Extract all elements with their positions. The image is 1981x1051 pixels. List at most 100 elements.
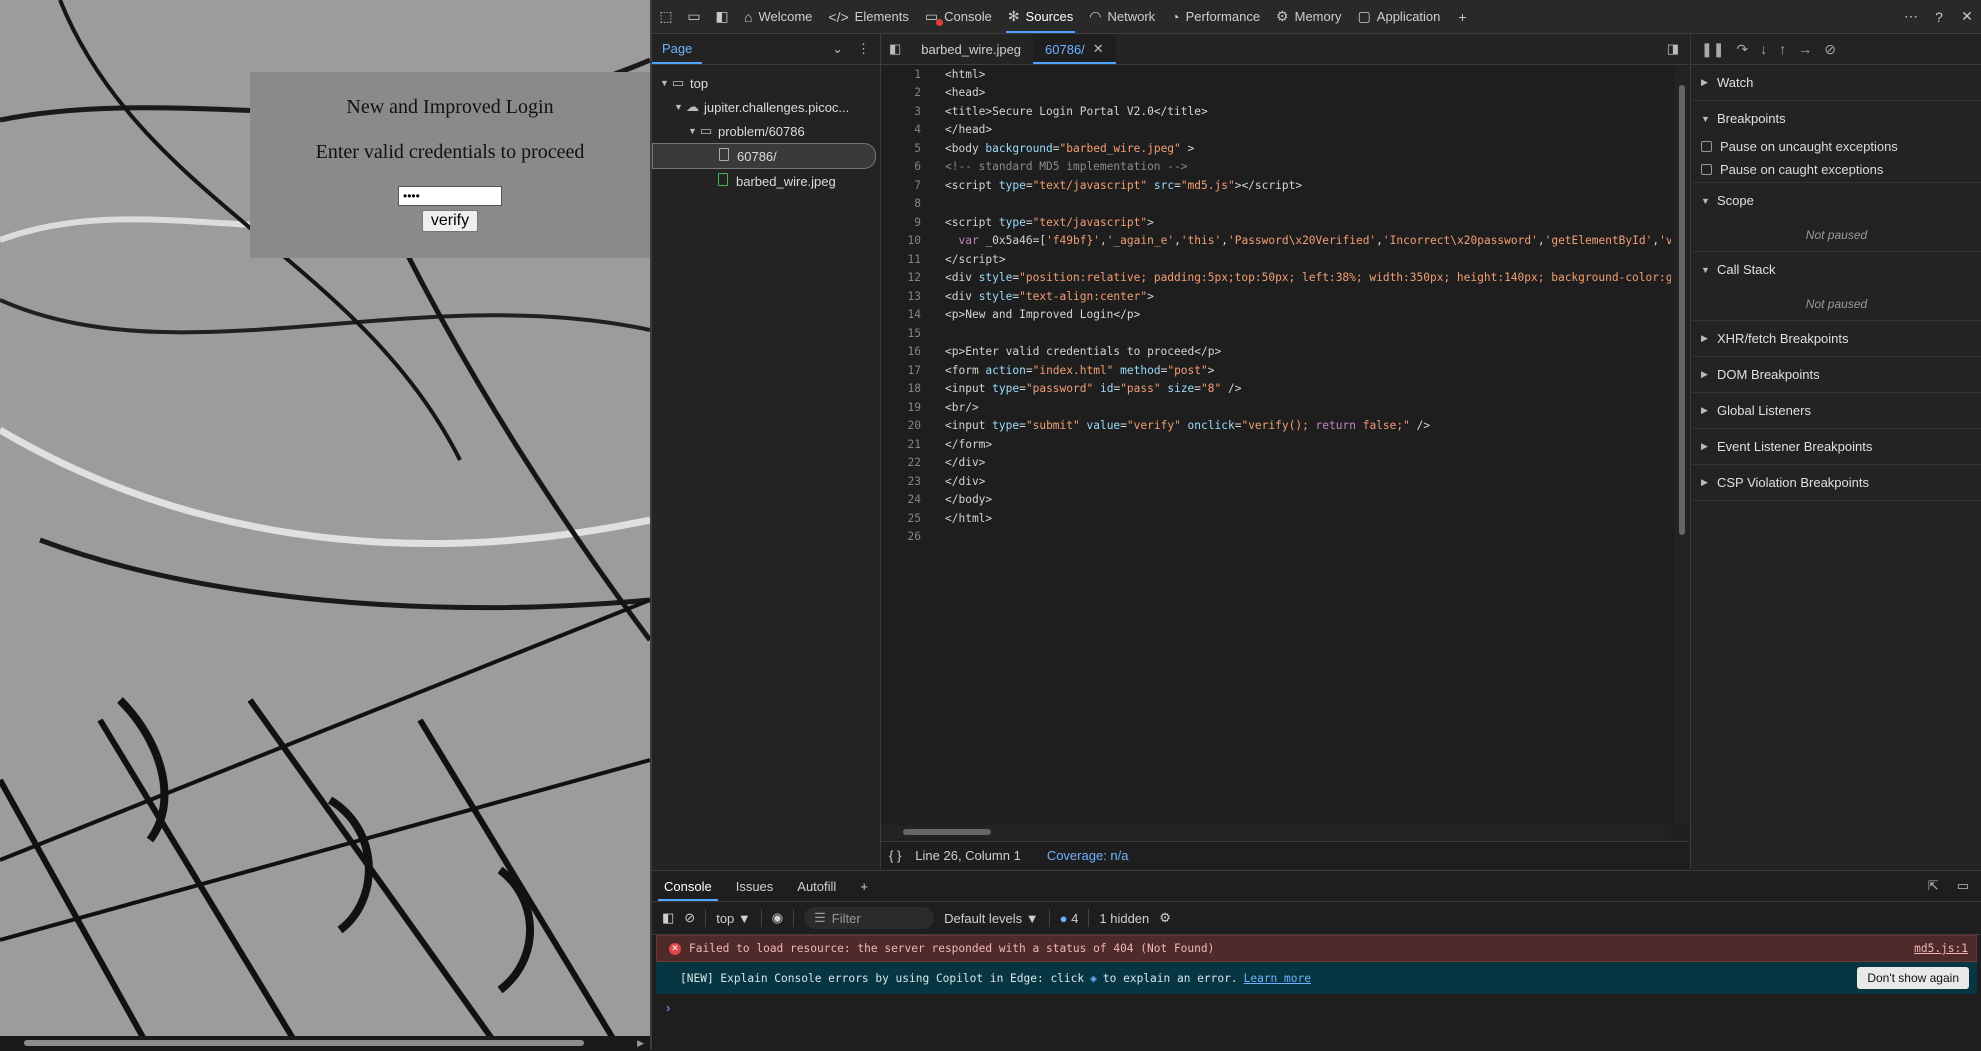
page-horizontal-scrollbar[interactable]: ▶ [0, 1036, 650, 1050]
drawer-tab-console[interactable]: Console [652, 871, 724, 901]
close-icon[interactable]: ✕ [1093, 41, 1104, 57]
expand-triangle-icon[interactable]: ▼ [688, 126, 700, 136]
copilot-icon: ◈ [1090, 971, 1097, 985]
page-scroll-thumb[interactable] [24, 1040, 584, 1046]
more-options-icon[interactable]: ⋯ [1897, 0, 1925, 33]
console-sidebar-icon[interactable]: ◧ [662, 910, 674, 926]
add-tab-icon[interactable]: + [1448, 0, 1476, 33]
step-into-icon[interactable]: ↓ [1760, 41, 1767, 57]
toolbar-separator [793, 909, 795, 927]
console-prompt[interactable]: › [652, 994, 1981, 1020]
pause-icon[interactable]: ❚❚ [1701, 41, 1724, 58]
section-global-listeners[interactable]: ▶ Global Listeners [1691, 393, 1981, 429]
device-emulation-icon[interactable]: ▭ [680, 0, 708, 33]
toolbar-separator [705, 909, 707, 927]
step-out-icon[interactable]: ↑ [1779, 41, 1786, 57]
section-label: Breakpoints [1717, 111, 1786, 126]
source-editor: ◧ barbed_wire.jpeg 60786/ ✕ ◨ 1 <html> 2 <h… [881, 34, 1689, 869]
code-area[interactable]: 1 <html> 2 <head> 3 <title> Secure Login Por… [881, 65, 1671, 825]
editor-horizontal-scrollbar[interactable] [881, 825, 1671, 839]
tree-item-folder[interactable]: ▼ ▭ problem/60786 [652, 119, 880, 143]
context-select[interactable]: top ▼ [716, 911, 751, 926]
filter-input[interactable]: ☰ Filter [804, 907, 935, 929]
filter-icon: ☰ [814, 910, 826, 925]
file-icon [719, 148, 737, 164]
toggle-sidebar-icon[interactable]: ◧ [708, 0, 736, 33]
tab-sources[interactable]: ✻ Sources [1000, 0, 1081, 33]
tab-label: Sources [1025, 9, 1074, 24]
tab-console[interactable]: ▭ Console [917, 0, 1000, 33]
pause-uncaught-row[interactable]: Pause on uncaught exceptions [1691, 136, 1981, 156]
section-csp-breakpoints[interactable]: ▶ CSP Violation Breakpoints [1691, 465, 1981, 501]
expand-triangle-icon[interactable]: ▼ [674, 102, 686, 112]
dont-show-again-button[interactable]: Don't show again [1857, 967, 1969, 989]
tree-item-60786[interactable]: 60786/ [652, 143, 876, 169]
tab-memory[interactable]: ⚙ Memory [1268, 0, 1350, 33]
editor-tab-barbed-wire[interactable]: barbed_wire.jpeg [909, 34, 1033, 64]
section-call-stack[interactable]: ▼ Call Stack [1691, 252, 1981, 287]
tab-network[interactable]: ◠ Network [1081, 0, 1163, 33]
folder-icon: ▭ [700, 123, 713, 138]
add-drawer-tab-icon[interactable]: + [848, 871, 880, 901]
section-breakpoints[interactable]: ▼ Breakpoints [1691, 101, 1981, 136]
tab-welcome[interactable]: ⌂ Welcome [736, 0, 820, 33]
password-input[interactable] [398, 186, 502, 206]
editor-tab-60786[interactable]: 60786/ ✕ [1033, 34, 1116, 64]
tree-item-barbed-wire[interactable]: barbed_wire.jpeg [652, 169, 880, 193]
tree-item-top[interactable]: ▼ ▭ top [652, 71, 880, 95]
close-drawer-icon[interactable]: ▭ [1957, 878, 1969, 894]
step-icon[interactable]: → [1798, 41, 1812, 57]
close-devtools-icon[interactable]: ✕ [1953, 0, 1981, 33]
editor-vertical-scrollbar[interactable] [1675, 65, 1689, 825]
pause-caught-row[interactable]: Pause on caught exceptions [1691, 156, 1981, 183]
editor-vscroll-thumb[interactable] [1679, 85, 1685, 535]
wifi-icon: ◠ [1089, 8, 1102, 24]
inspect-element-icon[interactable]: ⬚ [652, 0, 680, 33]
collapsed-triangle-icon: ▶ [1701, 369, 1708, 379]
tab-page[interactable]: Page [652, 34, 703, 64]
collapsed-triangle-icon: ▶ [1701, 405, 1708, 415]
scroll-right-arrow-icon[interactable]: ▶ [637, 1038, 644, 1049]
issues-counter[interactable]: ● 4 [1060, 911, 1079, 926]
verify-button[interactable]: verify [421, 210, 479, 232]
help-icon[interactable]: ? [1925, 0, 1953, 33]
tab-application[interactable]: ▢ Application [1350, 0, 1449, 33]
editor-tabs: ◧ barbed_wire.jpeg 60786/ ✕ ◨ [881, 34, 1689, 65]
step-over-icon[interactable]: ↷ [1736, 41, 1748, 58]
drawer-tab-autofill[interactable]: Autofill [785, 871, 848, 901]
pretty-print-icon[interactable]: { } [889, 848, 901, 863]
expand-triangle-icon[interactable]: ▼ [660, 78, 672, 88]
pause-uncaught-checkbox[interactable] [1701, 140, 1712, 152]
error-source-link[interactable]: md5.js:1 [1914, 942, 1976, 955]
dock-drawer-icon[interactable]: ⇱ [1928, 878, 1939, 894]
section-xhr-breakpoints[interactable]: ▶ XHR/fetch Breakpoints [1691, 321, 1981, 357]
drawer-tab-issues[interactable]: Issues [724, 871, 786, 901]
learn-more-link[interactable]: Learn more [1244, 972, 1311, 985]
deactivate-breakpoints-icon[interactable]: ⊘ [1824, 41, 1836, 58]
editor-hscroll-thumb[interactable] [903, 829, 991, 835]
section-watch[interactable]: ▶ Watch [1691, 65, 1981, 101]
levels-select[interactable]: Default levels ▼ [944, 911, 1039, 926]
navigator-pane: Page ⌄ ⋮ ▼ ▭ top ▼ ☁ jupiter.challenges.picoc… [652, 34, 881, 869]
tree-label: 60786/ [737, 148, 777, 164]
toggle-debugger-icon[interactable]: ◨ [1657, 41, 1689, 57]
section-scope[interactable]: ▼ Scope [1691, 183, 1981, 218]
tab-performance[interactable]: ◔ Performance [1163, 0, 1268, 33]
section-dom-breakpoints[interactable]: ▶ DOM Breakpoints [1691, 357, 1981, 393]
tab-label: Console [944, 9, 992, 24]
toggle-navigator-icon[interactable]: ◧ [881, 41, 909, 57]
editor-status-bar: { } Line 26, Column 1 Coverage: n/a [881, 841, 1689, 869]
section-label: Watch [1717, 75, 1754, 90]
tree-label: jupiter.challenges.picoc... [704, 99, 850, 115]
more-vertical-icon[interactable]: ⋮ [857, 41, 870, 57]
chevron-down-icon[interactable]: ⌄ [832, 41, 843, 57]
pause-caught-checkbox[interactable] [1701, 163, 1712, 175]
tab-elements[interactable]: </> Elements [820, 0, 916, 33]
console-settings-gear-icon[interactable]: ⚙ [1159, 910, 1171, 926]
tree-item-domain[interactable]: ▼ ☁ jupiter.challenges.picoc... [652, 95, 880, 119]
clear-console-icon[interactable]: ⊘ [684, 910, 695, 926]
live-expression-eye-icon[interactable]: ◉ [772, 910, 783, 926]
section-label: Event Listener Breakpoints [1717, 439, 1873, 454]
section-event-listener-breakpoints[interactable]: ▶ Event Listener Breakpoints [1691, 429, 1981, 465]
context-label: top [716, 910, 735, 926]
